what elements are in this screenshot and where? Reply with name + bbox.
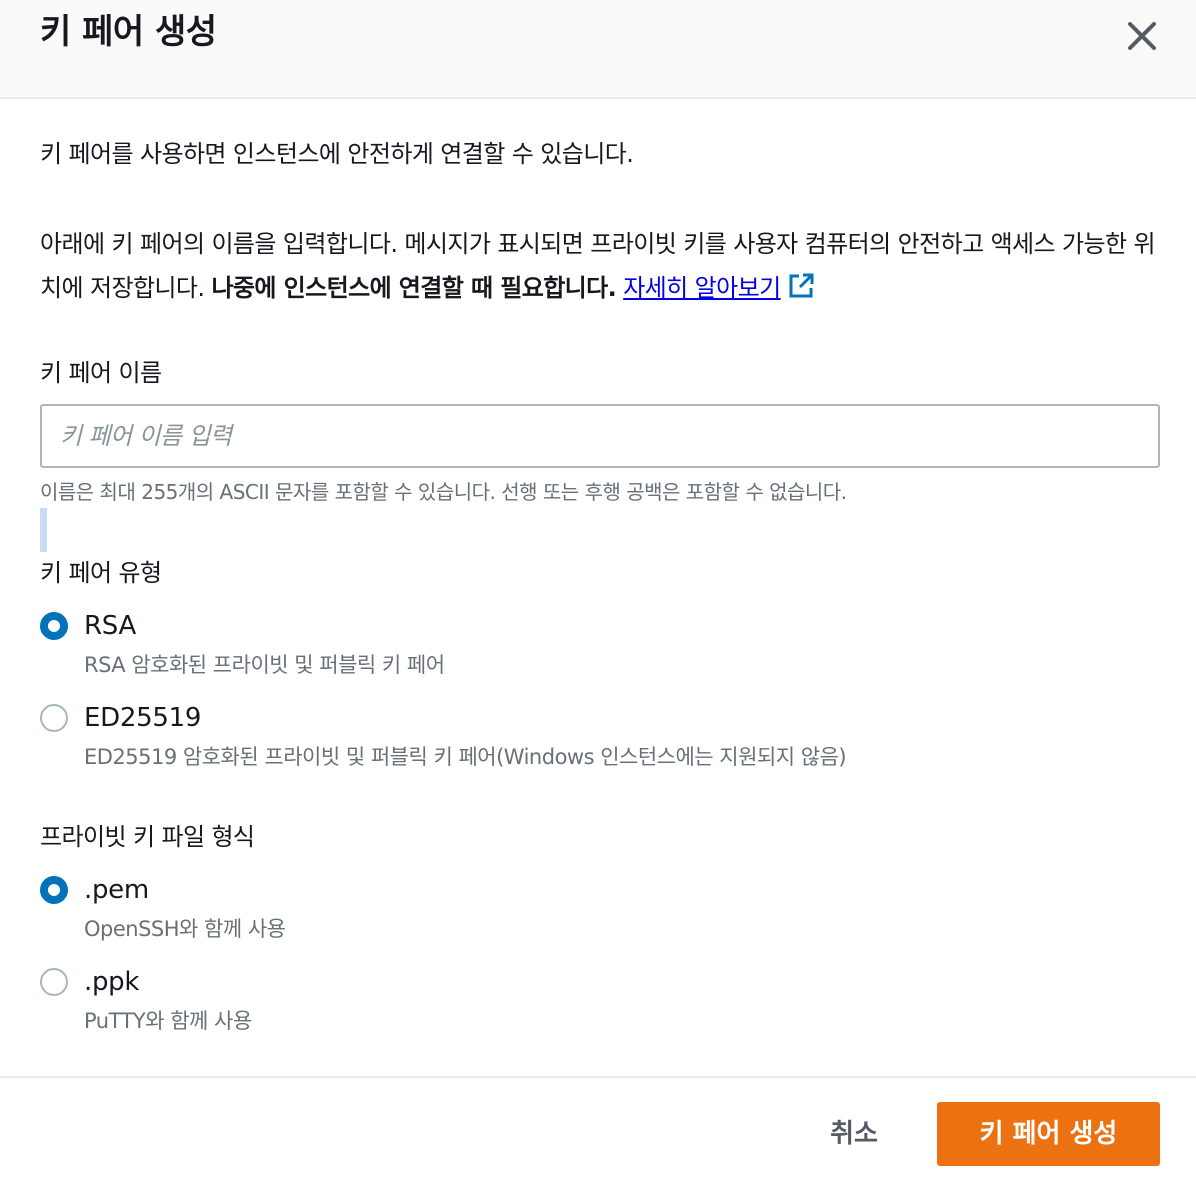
footer-divider [0, 1076, 1196, 1078]
radio-label-rsa[interactable]: RSA [84, 608, 136, 644]
radio-label-pem[interactable]: .pem [84, 872, 149, 908]
close-icon[interactable] [1120, 14, 1164, 58]
dialog-header: 키 페어 생성 [0, 0, 1196, 99]
external-link-icon[interactable] [787, 272, 815, 300]
cancel-button[interactable]: 취소 [806, 1102, 902, 1166]
key-name-hint: 이름은 최대 255개의 ASCII 문자를 포함할 수 있습니다. 선행 또는… [40, 480, 847, 504]
key-type-label: 키 페어 유형 [40, 559, 162, 587]
key-name-input[interactable] [40, 404, 1160, 468]
description-bold: 나중에 인스턴스에 연결할 때 필요합니다. [211, 274, 617, 302]
description: 아래에 키 페어의 이름을 입력합니다. 메시지가 표시되면 프라이빗 키를 사… [40, 222, 1170, 310]
intro-text: 키 페어를 사용하면 인스턴스에 안전하게 연결할 수 있습니다. [40, 140, 634, 168]
close-button[interactable] [1120, 14, 1164, 58]
create-key-pair-button[interactable]: 키 페어 생성 [937, 1102, 1160, 1166]
radio-desc-ppk: PuTTY와 함께 사용 [84, 1009, 252, 1033]
radio-desc-rsa: RSA 암호화된 프라이빗 및 퍼블릭 키 페어 [84, 653, 445, 677]
key-name-label: 키 페어 이름 [40, 359, 162, 387]
radio-desc-pem: OpenSSH와 함께 사용 [84, 917, 286, 941]
focus-indicator [40, 508, 47, 552]
radio-button-ppk[interactable] [40, 968, 68, 996]
file-format-label: 프라이빗 키 파일 형식 [40, 823, 255, 851]
learn-more-link[interactable]: 자세히 알아보기 [623, 272, 815, 302]
radio-button-rsa[interactable] [40, 612, 68, 640]
radio-desc-ed25519: ED25519 암호화된 프라이빗 및 퍼블릭 키 페어(Windows 인스턴… [84, 745, 847, 769]
dialog-title: 키 페어 생성 [40, 12, 217, 52]
radio-button-ed25519[interactable] [40, 704, 68, 732]
learn-more-label[interactable]: 자세히 알아보기 [623, 274, 781, 302]
radio-button-pem[interactable] [40, 876, 68, 904]
radio-label-ppk[interactable]: .ppk [84, 964, 139, 1000]
radio-label-ed25519[interactable]: ED25519 [84, 700, 201, 736]
